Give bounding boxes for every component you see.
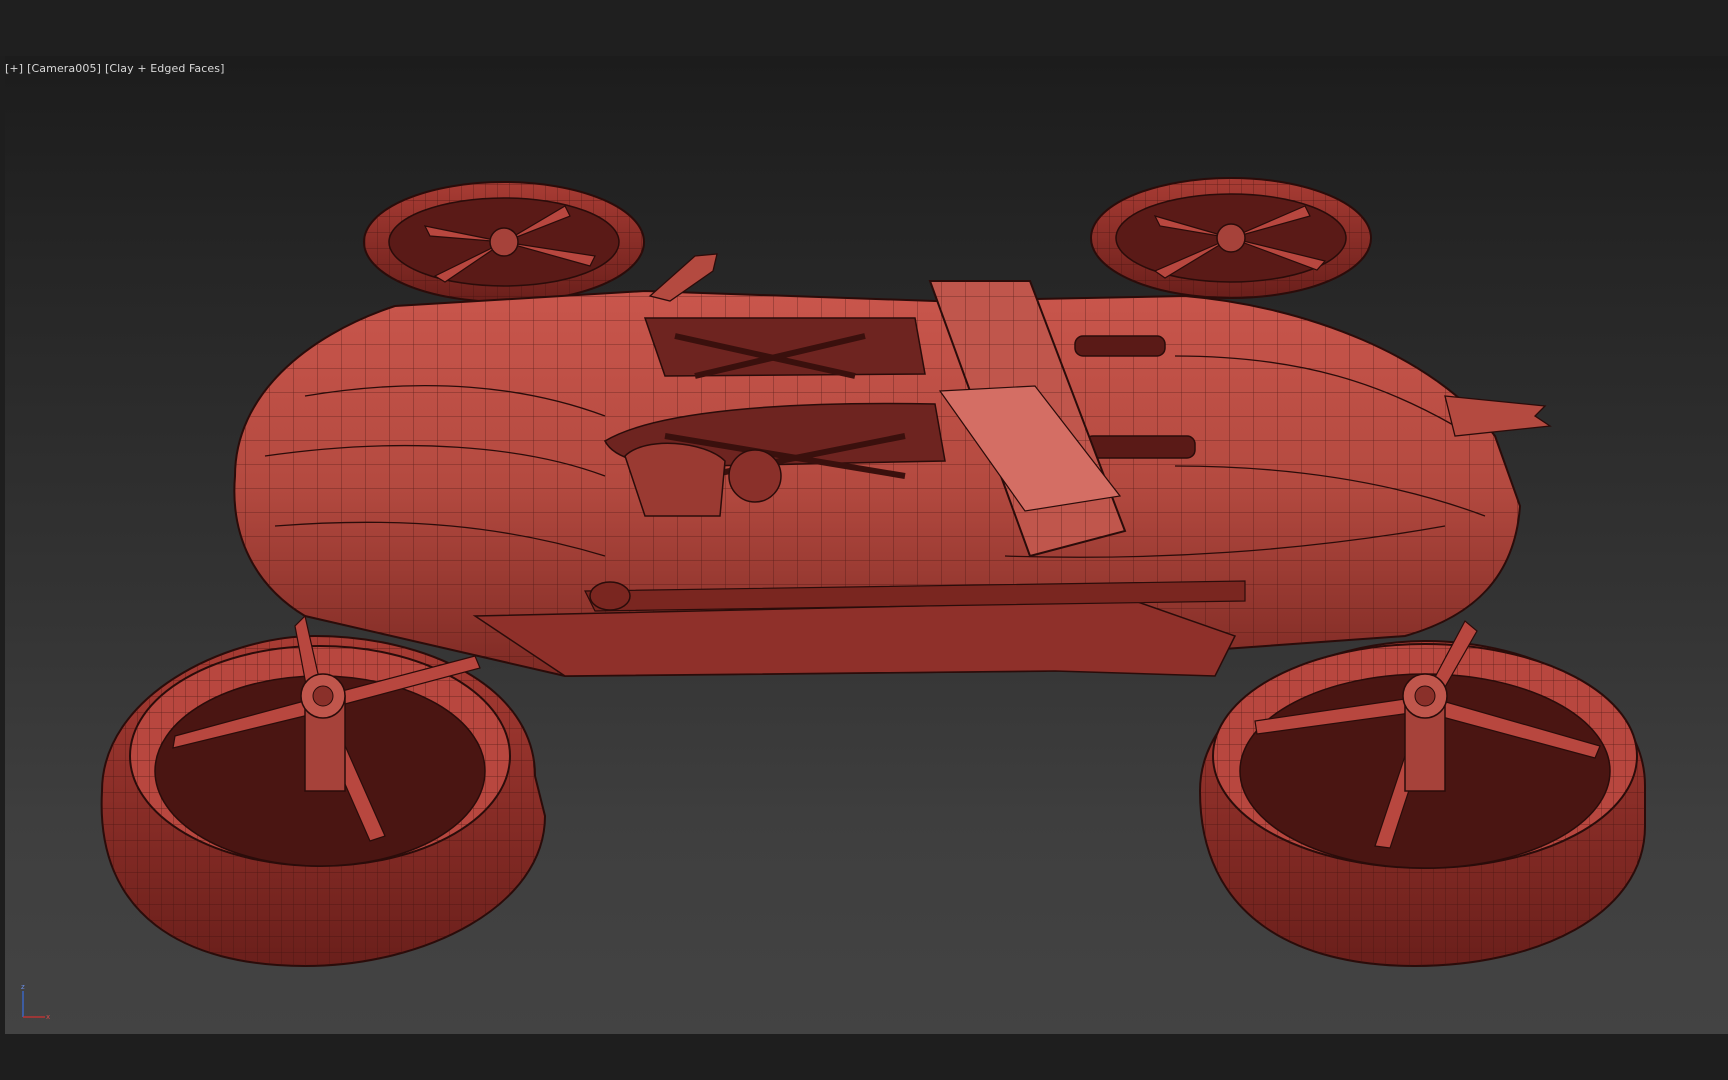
front-left-fan (100, 614, 547, 968)
car-body (233, 253, 1552, 678)
rear-left-fan (363, 181, 645, 303)
front-right-fan (1198, 620, 1646, 968)
rear-right-fan (1090, 177, 1372, 299)
flying-car-model[interactable] (5, 56, 1728, 1034)
camera-viewport[interactable]: [+] [Camera005] [Clay + Edged Faces] z x (5, 56, 1728, 1034)
bottom-status-area (0, 1034, 1728, 1080)
app-window: [+] [Camera005] [Clay + Edged Faces] z x (0, 0, 1728, 1080)
x-axis-label: x (46, 1013, 50, 1021)
axis-gizmo: z x (21, 983, 50, 1021)
top-toolbar-area (0, 0, 1728, 56)
z-axis-label: z (21, 983, 25, 991)
